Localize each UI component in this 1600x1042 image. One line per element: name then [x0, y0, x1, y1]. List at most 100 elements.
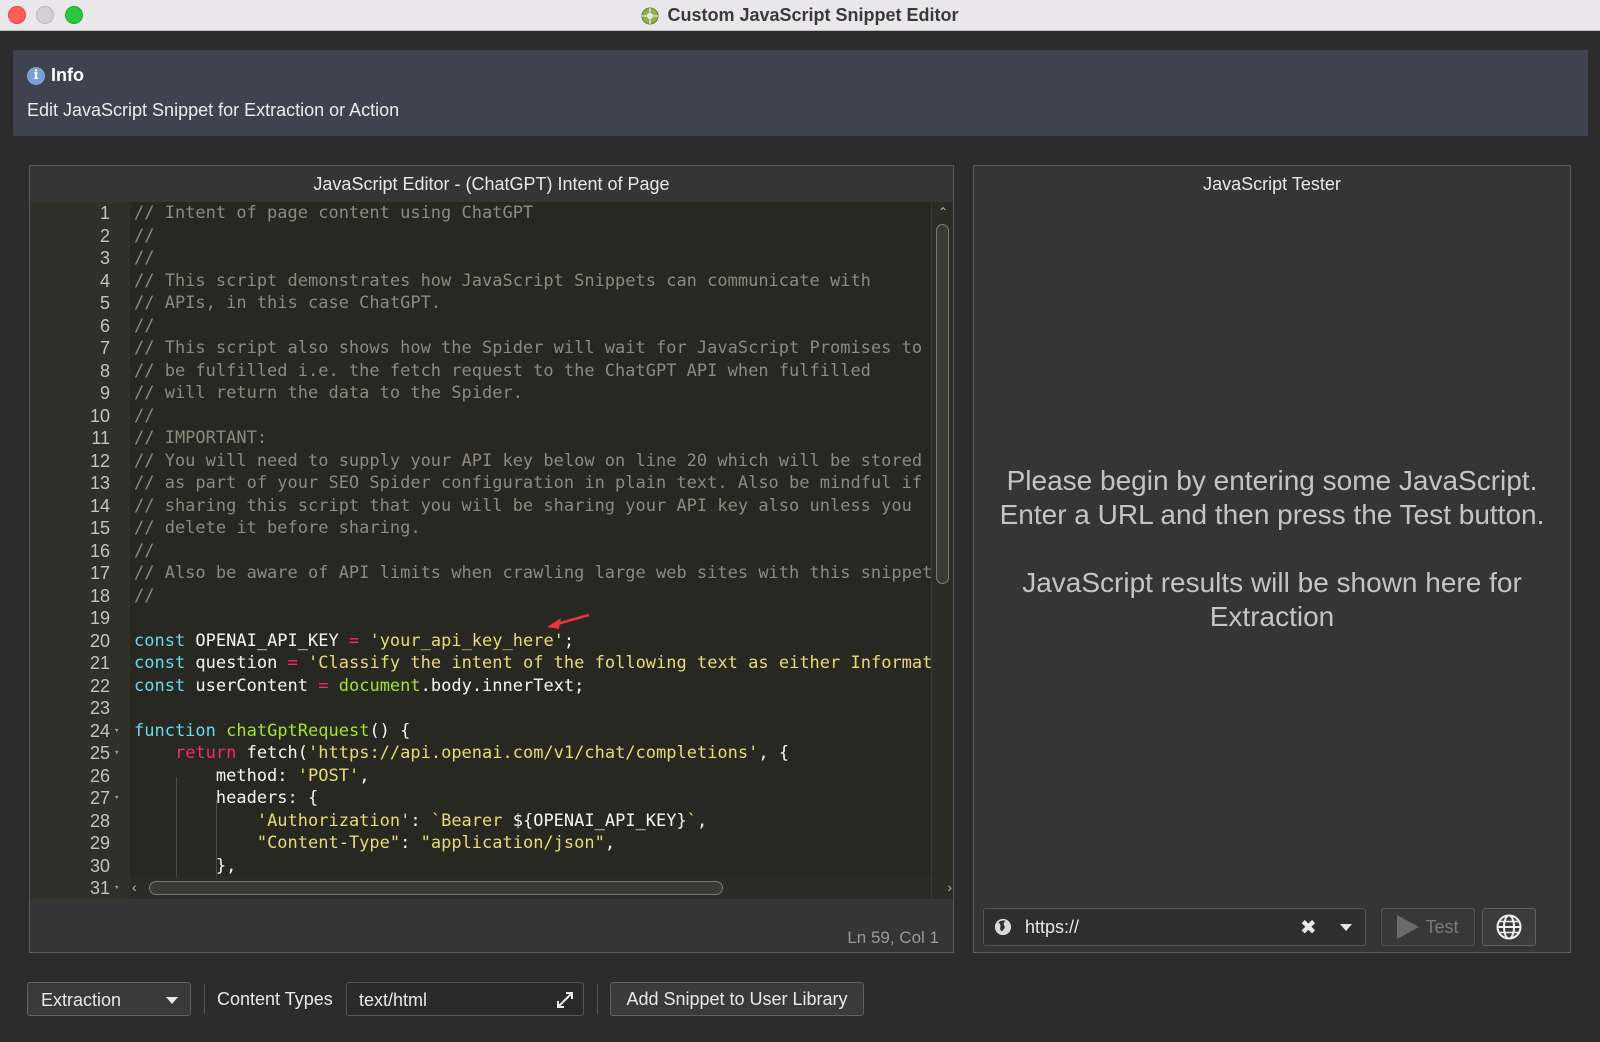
info-header: i Info	[27, 65, 84, 86]
code-token: // as part of your SEO Spider configurat…	[134, 473, 923, 493]
line-number: 19	[89, 608, 110, 628]
line-number: 30	[89, 855, 110, 876]
code-text: // This script demonstrates how JavaScri…	[134, 270, 871, 293]
code-token: function	[134, 720, 216, 741]
code-line: 19	[30, 607, 930, 630]
code-text: // Intent of page content using ChatGPT	[134, 202, 533, 225]
expand-icon[interactable]	[555, 990, 575, 1010]
fold-toggle-icon[interactable]: ▾	[114, 877, 124, 899]
web-globe-icon	[1496, 914, 1522, 940]
code-text: method: 'POST',	[134, 765, 370, 788]
code-token: //	[134, 315, 155, 336]
test-button[interactable]: Test	[1381, 908, 1475, 946]
window-title: Custom JavaScript Snippet Editor	[667, 5, 959, 25]
code-token: :	[400, 833, 421, 853]
code-token: ,	[359, 765, 370, 786]
code-token: :	[410, 810, 431, 831]
code-token: "Content-Type"	[256, 833, 401, 853]
tester-message-line: Extraction	[1209, 601, 1335, 632]
info-icon: i	[27, 66, 45, 85]
code-token: //	[134, 540, 155, 561]
scroll-right-icon[interactable]: ›	[947, 879, 952, 895]
line-number: 28	[89, 810, 110, 831]
editor-title: JavaScript Editor - (ChatGPT) Intent of …	[313, 173, 670, 194]
code-line: 1 // Intent of page content using ChatGPT	[30, 202, 930, 225]
code-text: //	[134, 315, 154, 338]
code-text: // You will need to supply your API key …	[134, 450, 922, 473]
fold-toggle-icon[interactable]: ▾	[114, 720, 124, 743]
code-text: // will return the data to the Spider.	[134, 382, 523, 405]
code-line: 28 'Authorization': `Bearer ${OPENAI_API…	[30, 810, 930, 833]
code-line: 22 const userContent = document.body.inne…	[30, 675, 930, 698]
code-token: ;	[563, 630, 575, 651]
code-token: // You will need to supply your API key …	[134, 450, 923, 471]
code-line: 5 // APIs, in this case ChatGPT.	[30, 292, 930, 315]
code-token: },	[134, 855, 237, 876]
code-token: 'Authorization'	[256, 810, 411, 831]
fold-toggle-icon[interactable]: ▾	[114, 787, 124, 810]
code-token: const	[134, 653, 186, 673]
code-text: // be fulfilled i.e. the fetch request t…	[134, 360, 871, 383]
horizontal-scrollbar[interactable]: ‹ ›	[130, 877, 952, 899]
tester-message-line: Please begin by entering some JavaScript…	[1006, 465, 1538, 496]
code-line: 9 // will return the data to the Spider.	[30, 382, 930, 405]
code-token: =	[318, 675, 329, 696]
window-title-wrap: Custom JavaScript Snippet Editor	[0, 0, 1600, 31]
code-text: //	[134, 225, 154, 248]
code-text: },	[134, 855, 236, 878]
fold-toggle-icon[interactable]: ▾	[114, 742, 124, 765]
line-number: 16	[89, 540, 110, 561]
vertical-scrollbar[interactable]: ⌃	[931, 202, 953, 899]
line-number: 25	[89, 743, 110, 763]
code-line: 10 //	[30, 405, 930, 428]
code-text: // APIs, in this case ChatGPT.	[134, 292, 441, 315]
code-token: `Bearer	[430, 810, 513, 831]
info-banner: i Info Edit JavaScript Snippet for Extra…	[13, 50, 1588, 136]
horizontal-scroll-thumb[interactable]	[149, 881, 723, 895]
cursor-position: Ln 59, Col 1	[847, 928, 939, 947]
mode-select[interactable]: Extraction	[27, 982, 191, 1016]
code-text: // sharing this script that you will be …	[134, 495, 912, 518]
code-line: 8 // be fulfilled i.e. the fetch request …	[30, 360, 930, 383]
code-line: 24 ▾ function chatGptRequest() {	[30, 720, 930, 743]
code-token: userContent	[185, 675, 319, 696]
code-token: question	[185, 653, 288, 673]
vertical-scroll-thumb[interactable]	[936, 224, 949, 584]
scroll-up-icon[interactable]: ⌃	[936, 205, 950, 219]
code-token: method:	[134, 765, 298, 786]
code-token: fetch(	[236, 743, 309, 763]
scroll-left-icon[interactable]: ‹	[132, 879, 137, 895]
code-token: () {	[369, 720, 411, 741]
code-token: //	[134, 585, 155, 606]
browser-button[interactable]	[1482, 908, 1536, 946]
code-text: "Content-Type": "application/json",	[134, 832, 615, 855]
window-titlebar: Custom JavaScript Snippet Editor	[0, 0, 1600, 31]
line-number: 14	[89, 495, 110, 516]
content-types-field[interactable]: text/html	[346, 982, 584, 1016]
line-number: 7	[99, 338, 110, 358]
code-text: 'Authorization': `Bearer ${OPENAI_API_KE…	[134, 810, 707, 833]
clear-url-icon[interactable]: ✖	[1300, 915, 1317, 940]
code-text: function chatGptRequest() {	[134, 720, 410, 743]
code-token: // Also be aware of API limits when craw…	[134, 563, 943, 583]
line-number: 27	[89, 788, 110, 808]
line-number: 17	[89, 563, 110, 583]
code-token: , {	[758, 743, 790, 763]
code-text: const OPENAI_API_KEY = 'your_api_key_her…	[134, 630, 574, 653]
red-arrow-annotation-icon	[547, 613, 590, 629]
chevron-down-icon	[166, 997, 178, 1004]
code-editor[interactable]: 1 // Intent of page content using ChatGPT…	[30, 202, 953, 899]
indent-guide	[216, 822, 217, 867]
code-line: 2 //	[30, 225, 930, 248]
tester-message-line: Enter a URL and then press the Test butt…	[999, 499, 1545, 530]
tester-message-line: JavaScript results will be shown here fo…	[1022, 567, 1522, 598]
code-token: return	[174, 743, 237, 763]
code-token: chatGptRequest	[226, 720, 370, 741]
code-token: // IMPORTANT:	[134, 428, 268, 448]
url-history-dropdown-icon[interactable]	[1340, 924, 1352, 931]
url-input[interactable]	[1025, 917, 1285, 938]
add-snippet-button[interactable]: Add Snippet to User Library	[610, 982, 864, 1016]
